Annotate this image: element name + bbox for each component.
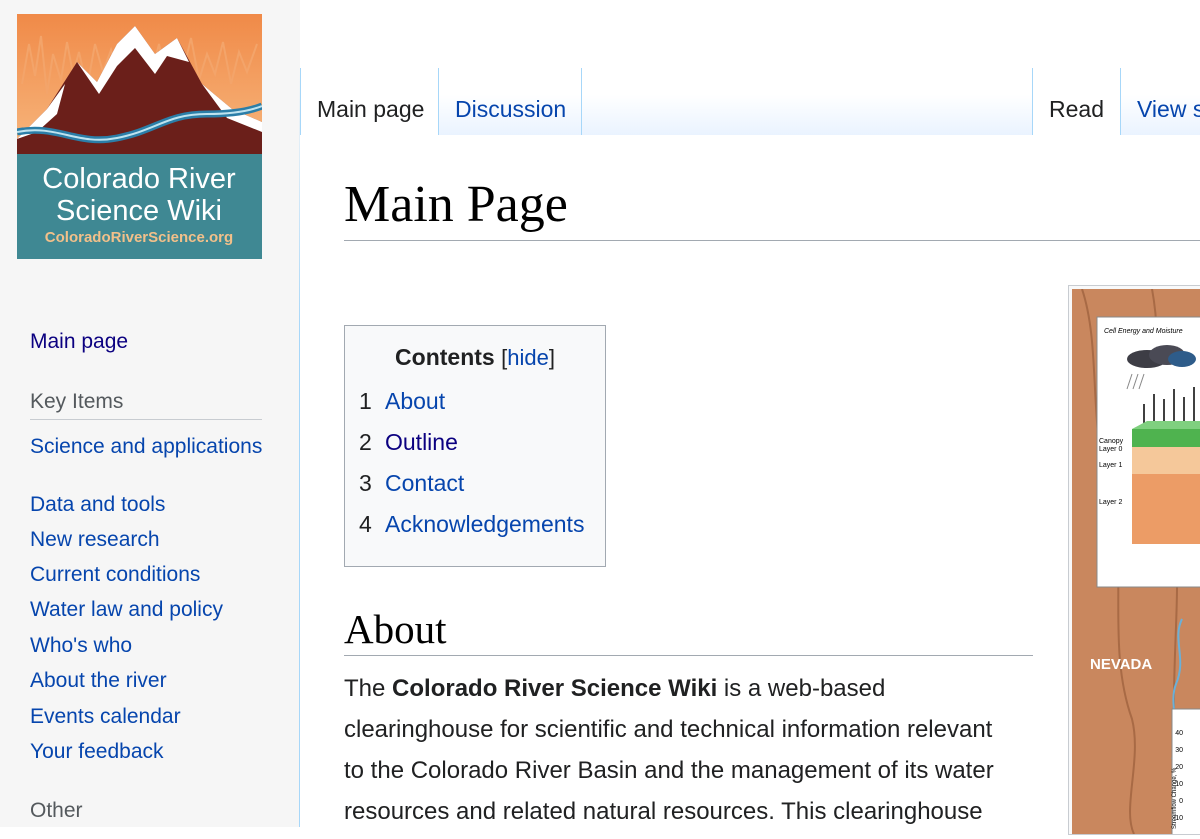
sidebar-link-your-feedback[interactable]: Your feedback (30, 740, 270, 764)
sidebar-link-science-and-applications[interactable]: Science and applications (30, 435, 270, 459)
logo-url: ColoradoRiverScience.org (45, 229, 233, 246)
logo-line-1: Colorado River (42, 163, 236, 195)
about-line-3: to the Colorado River Basin and the mana… (344, 757, 994, 784)
toc-hide-toggle[interactable]: hide (507, 345, 549, 370)
figure-image: Cell Energy and Moisture Canopy Layer 0 … (1072, 288, 1200, 839)
sidebar-heading-key-items: Key Items (30, 390, 124, 413)
sidebar-link-new-research[interactable]: New research (30, 528, 270, 552)
about-line-1: The Colorado River Science Wiki is a web… (344, 668, 1044, 709)
figure-label-state: NEVADA (1090, 656, 1152, 673)
figure-y-axis-label: Streamflow Change, % (1172, 767, 1178, 829)
section-heading-about: About (344, 606, 447, 652)
sidebar-link-current-conditions[interactable]: Current conditions (30, 563, 270, 587)
about-text-after: is a web-based (717, 675, 886, 702)
table-of-contents: Contents [hide] 1 About 2 Outline 3 Contact… (344, 325, 606, 567)
toc-item[interactable]: 1 About (359, 388, 445, 415)
title-divider (344, 240, 1200, 241)
about-paragraph: The Colorado River Science Wiki is a web… (344, 668, 1044, 832)
sidebar: Colorado River Science Wiki ColoradoRive… (0, 0, 300, 827)
sidebar-link-whos-who[interactable]: Who's who (30, 634, 270, 658)
toc-link-acknowledgements[interactable]: Acknowledgements (385, 511, 584, 537)
sidebar-link-water-law-and-policy[interactable]: Water law and policy (30, 598, 270, 622)
tab-read[interactable]: Read (1033, 68, 1121, 136)
toc-header: Contents [hide] (395, 344, 555, 370)
key-items-divider (30, 419, 262, 420)
tab-bar-spacer (582, 68, 1033, 136)
figure-label-layer1: Layer 1 (1099, 462, 1122, 469)
about-text-before: The (344, 675, 393, 702)
toc-title: Contents (395, 344, 495, 370)
figure-label-canopy: Canopy (1099, 438, 1124, 445)
toc-item[interactable]: 2 Outline (359, 429, 458, 456)
sidebar-link-about-the-river[interactable]: About the river (30, 669, 270, 693)
tab-read-label: Read (1049, 96, 1104, 122)
site-logo[interactable]: Colorado River Science Wiki ColoradoRive… (17, 14, 262, 259)
figure-thumbnail[interactable]: Cell Energy and Moisture Canopy Layer 0 … (1068, 285, 1200, 839)
sidebar-link-main-page[interactable]: Main page (30, 330, 270, 354)
toc-item-number: 3 (359, 470, 372, 496)
figure-label-layer2: Layer 2 (1099, 499, 1122, 506)
figure-tick: 0 (1179, 798, 1183, 805)
about-bold-name: Colorado River Science Wiki (392, 675, 718, 702)
toc-item[interactable]: 4 Acknowledgements (359, 511, 584, 538)
toc-link-outline[interactable]: Outline (385, 429, 458, 455)
tab-discussion-label: Discussion (455, 96, 567, 122)
tab-discussion[interactable]: Discussion (439, 68, 582, 136)
tab-view-source[interactable]: View s (1121, 68, 1200, 136)
sidebar-link-events-calendar[interactable]: Events calendar (30, 705, 270, 729)
toc-item-number: 1 (359, 388, 372, 414)
toc-item-number: 4 (359, 511, 372, 537)
page-title: Main Page (344, 176, 568, 233)
tab-main-page-label: Main page (317, 96, 425, 122)
tab-view-source-label: View s (1137, 96, 1200, 122)
sidebar-heading-other: Other (30, 799, 83, 822)
about-divider (344, 655, 1033, 656)
toc-link-contact[interactable]: Contact (385, 470, 464, 496)
about-line-2: clearinghouse for scientific and technic… (344, 716, 993, 743)
toc-item[interactable]: 3 Contact (359, 470, 464, 497)
tab-main-page[interactable]: Main page (300, 68, 439, 136)
toc-link-about[interactable]: About (385, 388, 445, 414)
logo-line-2: Science Wiki (56, 195, 222, 227)
sidebar-link-data-and-tools[interactable]: Data and tools (30, 493, 270, 517)
toc-item-number: 2 (359, 429, 372, 455)
about-line-4: resources and related natural resources.… (344, 798, 983, 825)
figure-label-layer0: Layer 0 (1099, 446, 1122, 453)
figure-tick: 30 (1175, 747, 1183, 754)
figure-tick: 40 (1175, 730, 1183, 737)
figure-panel-title: Cell Energy and Moisture (1104, 328, 1183, 335)
